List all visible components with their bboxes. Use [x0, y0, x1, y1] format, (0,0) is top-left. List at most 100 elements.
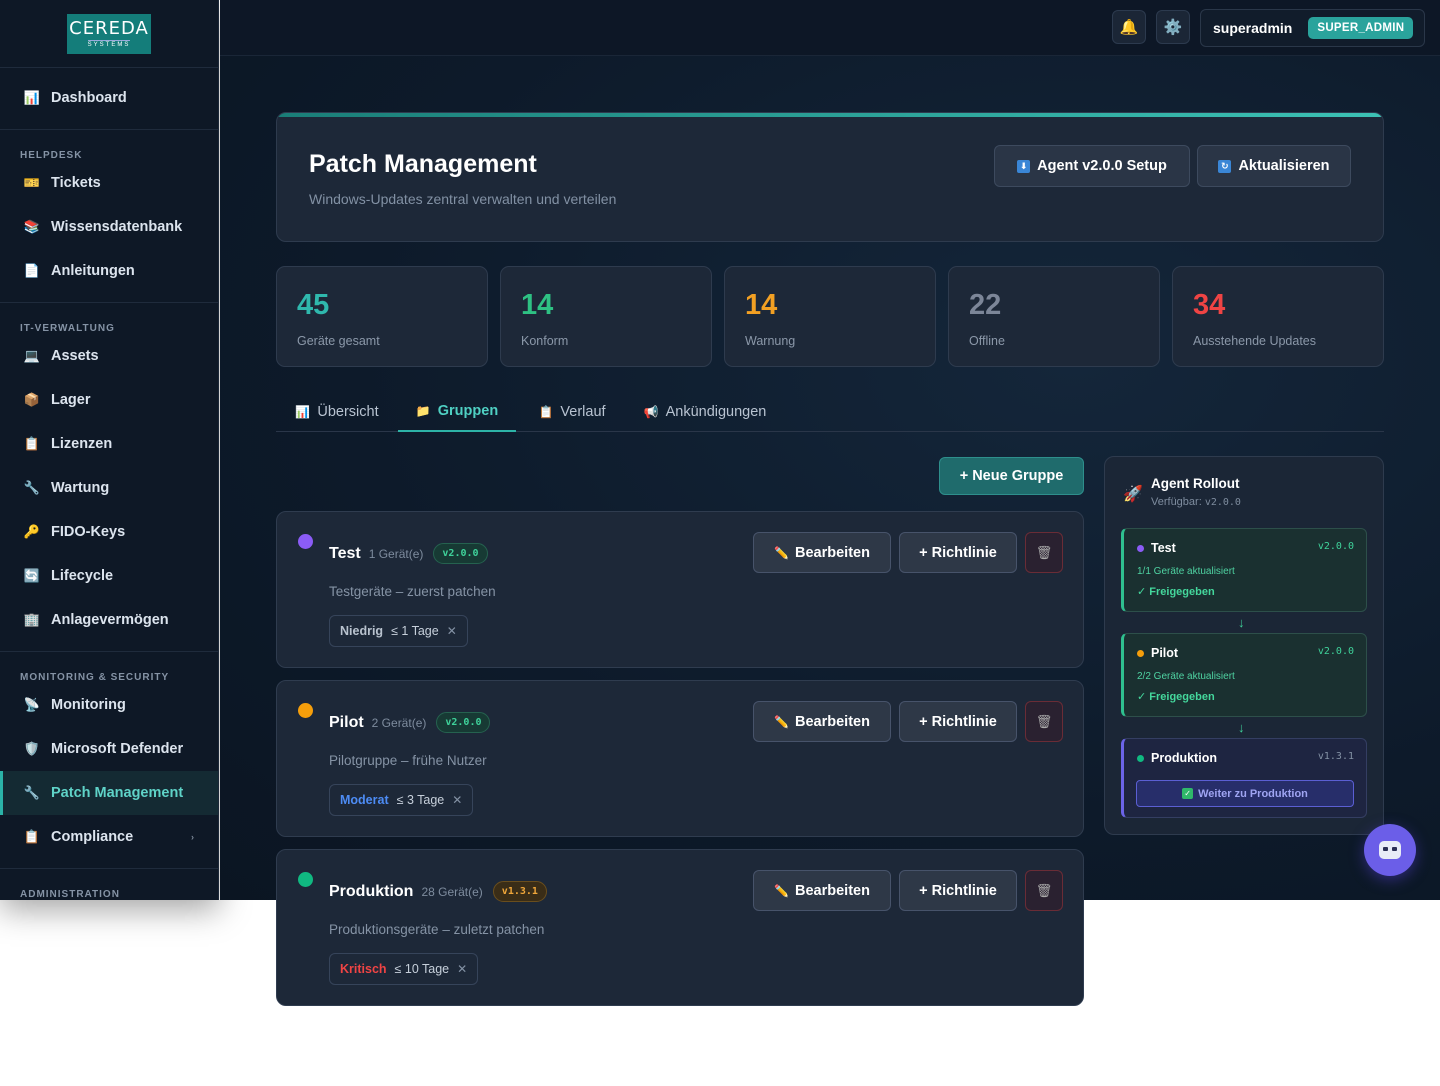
section-helpdesk: HELPDESK: [20, 150, 83, 161]
role-badge: SUPER_ADMIN: [1308, 17, 1414, 39]
sidebar-item-label: FIDO-Keys: [51, 524, 126, 540]
policy-chip[interactable]: Kritisch ≤ 10 Tage ✕: [329, 953, 479, 985]
satellite-icon: 📡: [23, 697, 41, 712]
delete-group-button[interactable]: 🗑: [1025, 870, 1063, 911]
divider: [0, 129, 218, 130]
sidebar-item-dashboard[interactable]: 📊 Dashboard: [0, 76, 218, 120]
tab-history[interactable]: 📋 Verlauf: [538, 392, 606, 432]
policy-severity: Moderat: [340, 793, 389, 807]
tab-label: Verlauf: [560, 404, 606, 420]
group-version-badge: v2.0.0: [436, 712, 491, 733]
section-monitoring-security: MONITORING & SECURITY: [20, 672, 170, 683]
sidebar-item-tickets[interactable]: 🎫 Tickets: [0, 161, 218, 205]
sidebar-item-microsoft-defender[interactable]: 🛡️ Microsoft Defender: [0, 727, 218, 771]
divider: [0, 302, 218, 303]
sidebar-item-wissensdatenbank[interactable]: 📚 Wissensdatenbank: [0, 205, 218, 249]
stage-name: Pilot: [1151, 646, 1179, 660]
group-description: Pilotgruppe – frühe Nutzer: [329, 753, 487, 768]
user-menu[interactable]: superadmin SUPER_ADMIN: [1200, 9, 1425, 47]
sidebar-item-label: Monitoring: [51, 697, 126, 713]
rollout-stage-test: Test v2.0.0 1/1 Geräte aktualisiert ✓ Fr…: [1121, 528, 1367, 612]
tab-overview[interactable]: 📊 Übersicht: [295, 392, 379, 432]
edit-group-button[interactable]: ✏️ Bearbeiten: [753, 532, 891, 573]
tab-label: Gruppen: [437, 403, 499, 419]
notifications-button[interactable]: 🔔: [1112, 10, 1146, 44]
agent-setup-label: Agent v2.0.0 Setup: [1037, 158, 1167, 174]
section-administration: ADMINISTRATION: [20, 889, 120, 900]
laptop-icon: 💻: [23, 348, 41, 363]
stage-version: v1.3.1: [1317, 751, 1354, 762]
delete-group-button[interactable]: 🗑: [1025, 532, 1063, 573]
tab-announcements[interactable]: 📢 Ankündigungen: [644, 392, 767, 432]
stat-value: 22: [969, 289, 1002, 321]
stat-label: Warnung: [745, 334, 796, 348]
sidebar-item-monitoring[interactable]: 📡 Monitoring: [0, 683, 218, 727]
policy-chip[interactable]: Moderat ≤ 3 Tage ✕: [329, 784, 474, 816]
bell-icon: 🔔: [1119, 19, 1139, 36]
rollout-title: Agent Rollout: [1151, 476, 1240, 491]
group-color-dot: [298, 534, 313, 549]
promote-to-production-button[interactable]: ✓ Weiter zu Produktion: [1136, 780, 1354, 807]
policy-chip[interactable]: Niedrig ≤ 1 Tage ✕: [329, 615, 468, 647]
policy-severity: Niedrig: [340, 624, 384, 638]
refresh-button[interactable]: ↻ Aktualisieren: [1197, 145, 1351, 187]
delete-group-button[interactable]: 🗑: [1025, 701, 1063, 742]
group-color-dot: [298, 703, 313, 718]
agent-setup-button[interactable]: ⬇ Agent v2.0.0 Setup: [994, 145, 1190, 187]
tab-groups[interactable]: 📁 Gruppen: [398, 392, 516, 432]
add-policy-button[interactable]: + Richtlinie: [899, 870, 1017, 911]
download-icon: ⬇: [1017, 159, 1031, 173]
refresh-icon: ↻: [1218, 159, 1232, 173]
edit-group-button[interactable]: ✏️ Bearbeiten: [753, 870, 891, 911]
check-icon: ✓: [1182, 788, 1194, 799]
tab-label: Übersicht: [317, 404, 379, 420]
close-icon[interactable]: ✕: [452, 793, 462, 807]
tab-bar: 📊 Übersicht 📁 Gruppen 📋 Verlauf 📢 Ankünd…: [276, 392, 1384, 432]
stat-label: Offline: [969, 334, 1005, 348]
rollout-available: Verfügbar: v2.0.0: [1151, 496, 1241, 508]
tab-label: Ankündigungen: [665, 404, 767, 420]
stage-status: ✓ Freigegeben: [1137, 586, 1215, 598]
edit-label: Bearbeiten: [795, 544, 870, 561]
settings-button[interactable]: ⚙️: [1156, 10, 1190, 44]
group-color-dot: [298, 872, 313, 887]
add-policy-button[interactable]: + Richtlinie: [899, 701, 1017, 742]
sidebar-item-lifecycle[interactable]: 🔄 Lifecycle: [0, 554, 218, 598]
trash-icon: 🗑: [1035, 713, 1053, 729]
sidebar-item-compliance[interactable]: 📋 Compliance ›: [0, 815, 218, 859]
shield-icon: 🛡️: [23, 741, 41, 756]
sidebar-item-anlagevermoegen[interactable]: 🏢 Anlagevermögen: [0, 598, 218, 642]
stage-name: Produktion: [1151, 751, 1217, 765]
edit-label: Bearbeiten: [795, 713, 870, 730]
assistant-bot-button[interactable]: [1364, 824, 1416, 876]
sidebar-item-anleitungen[interactable]: 📄 Anleitungen: [0, 249, 218, 293]
sidebar-item-wartung[interactable]: 🔧 Wartung: [0, 466, 218, 510]
clipboard-icon: 📋: [23, 829, 41, 844]
logo-subtext: SYSTEMS: [87, 39, 131, 48]
username: superadmin: [1213, 20, 1293, 36]
cereda-logo[interactable]: CEREDA SYSTEMS: [67, 13, 151, 54]
sidebar-item-label: Anleitungen: [51, 263, 135, 279]
sidebar-item-fido-keys[interactable]: 🔑 FIDO-Keys: [0, 510, 218, 554]
close-icon[interactable]: ✕: [457, 962, 467, 976]
group-name: Produktion: [329, 883, 414, 900]
chart-icon: 📊: [23, 90, 41, 105]
sidebar-item-assets[interactable]: 💻 Assets: [0, 334, 218, 378]
group-header: Produktion 28 Gerät(e) v1.3.1: [329, 881, 547, 902]
group-name: Pilot: [329, 714, 364, 731]
promote-label: Weiter zu Produktion: [1198, 787, 1308, 800]
gear-icon: ⚙️: [1163, 19, 1183, 36]
add-policy-button[interactable]: + Richtlinie: [899, 532, 1017, 573]
folder-icon: 📁: [415, 404, 431, 418]
sidebar-item-patch-management[interactable]: 🔧 Patch Management: [0, 771, 218, 815]
sidebar-item-lager[interactable]: 📦 Lager: [0, 378, 218, 422]
rocket-icon: 🚀: [1123, 486, 1143, 503]
sidebar-item-lizenzen[interactable]: 📋 Lizenzen: [0, 422, 218, 466]
ticket-icon: 🎫: [23, 175, 41, 190]
sidebar-item-label: Compliance: [51, 829, 134, 845]
new-group-button[interactable]: + Neue Gruppe: [939, 457, 1084, 495]
close-icon[interactable]: ✕: [447, 624, 457, 638]
edit-group-button[interactable]: ✏️ Bearbeiten: [753, 701, 891, 742]
policy-deadline: ≤ 3 Tage: [396, 793, 445, 807]
cycle-icon: 🔄: [23, 568, 41, 583]
